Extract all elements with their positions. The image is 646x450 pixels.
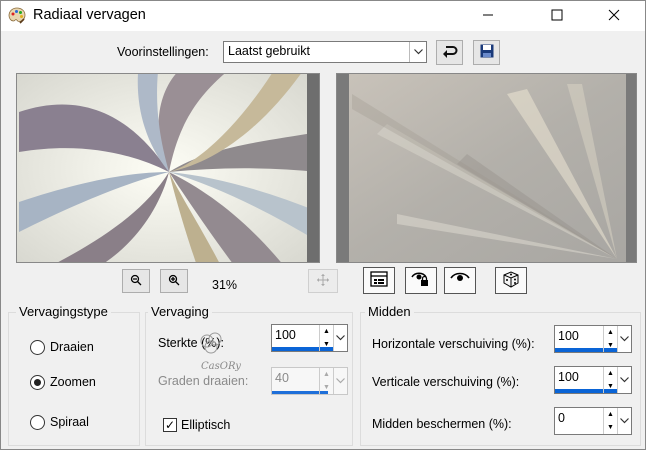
radio-label: Zoomen xyxy=(50,375,96,389)
watermark-logo: CasORy xyxy=(193,331,241,377)
presets-dropdown[interactable]: Laatst gebruikt xyxy=(223,41,427,63)
strength-spinner[interactable]: 100 ▲ ▼ xyxy=(271,324,348,352)
preview-panel-button[interactable] xyxy=(363,267,395,294)
maximize-button[interactable] xyxy=(534,1,580,31)
protect-stepper[interactable]: ▲ ▼ xyxy=(603,408,617,434)
checkmark-icon: ✓ xyxy=(164,418,176,432)
radio-button[interactable] xyxy=(30,375,45,390)
save-preset-button[interactable] xyxy=(473,40,500,65)
rotate-value: 40 xyxy=(275,371,289,385)
arrow-up-icon[interactable]: ▲ xyxy=(604,367,617,380)
dialog-window: Radiaal vervagen Voorinstellingen: Laats… xyxy=(0,0,646,450)
close-button[interactable] xyxy=(591,1,637,31)
window-title: Radiaal vervagen xyxy=(33,7,146,23)
proof-button[interactable] xyxy=(444,267,476,294)
chevron-down-icon[interactable] xyxy=(333,368,347,394)
rotate-spinner[interactable]: 40 ▲ ▼ xyxy=(271,367,348,395)
center-legend: Midden xyxy=(365,304,414,319)
presets-value: Laatst gebruikt xyxy=(228,44,310,58)
v-offset-stepper[interactable]: ▲ ▼ xyxy=(603,367,617,393)
v-offset-label: Verticale verschuiving (%): xyxy=(372,375,520,389)
swirl-image xyxy=(17,74,319,262)
palette-icon xyxy=(8,7,26,25)
arrow-down-icon[interactable]: ▼ xyxy=(604,421,617,434)
h-offset-value: 100 xyxy=(558,329,579,343)
zoom-blur-image xyxy=(337,74,636,262)
svg-text:CasORy: CasORy xyxy=(201,361,241,372)
rotate-stepper[interactable]: ▲ ▼ xyxy=(319,368,333,394)
proof-locked-button[interactable] xyxy=(405,267,437,294)
strength-value: 100 xyxy=(275,328,296,342)
chevron-down-icon[interactable] xyxy=(617,408,631,434)
floppy-disk-icon xyxy=(480,44,494,61)
protect-spinner[interactable]: 0 ▲ ▼ xyxy=(554,407,632,435)
h-offset-spinner[interactable]: 100 ▲ ▼ xyxy=(554,325,632,353)
arrow-down-icon[interactable]: ▼ xyxy=(604,339,617,352)
h-offset-stepper[interactable]: ▲ ▼ xyxy=(603,326,617,352)
chevron-down-icon xyxy=(409,42,426,62)
radio-button[interactable] xyxy=(30,340,45,355)
arrow-down-icon[interactable]: ▼ xyxy=(320,338,333,351)
chevron-down-icon[interactable] xyxy=(617,367,631,393)
undo-arrow-icon xyxy=(442,44,458,61)
elliptic-label: Elliptisch xyxy=(181,418,231,432)
zoom-out-button[interactable] xyxy=(122,269,150,293)
minimize-button[interactable] xyxy=(465,1,511,31)
arrow-down-icon[interactable]: ▼ xyxy=(320,381,333,394)
randomize-button[interactable] xyxy=(495,267,527,294)
v-offset-value: 100 xyxy=(558,370,579,384)
presets-label: Voorinstellingen: xyxy=(117,45,209,59)
blur-settings-legend: Vervaging xyxy=(148,304,212,319)
zoom-out-icon xyxy=(130,274,142,289)
protect-label: Midden beschermen (%): xyxy=(372,417,512,431)
v-offset-spinner[interactable]: 100 ▲ ▼ xyxy=(554,366,632,394)
h-offset-label: Horizontale verschuiving (%): xyxy=(372,337,535,351)
arrow-up-icon[interactable]: ▲ xyxy=(604,326,617,339)
blur-type-legend: Vervagingstype xyxy=(16,304,111,319)
dice-icon xyxy=(502,270,520,291)
source-preview[interactable] xyxy=(16,73,320,263)
radio-label: Spiraal xyxy=(50,415,89,429)
minimize-icon xyxy=(482,9,494,24)
close-icon xyxy=(608,9,620,24)
checkbox-box[interactable]: ✓ xyxy=(163,418,177,432)
protect-value: 0 xyxy=(558,411,565,425)
window-layout-icon xyxy=(370,271,388,290)
arrow-up-icon[interactable]: ▲ xyxy=(320,368,333,381)
chevron-down-icon[interactable] xyxy=(333,325,347,351)
reset-button[interactable] xyxy=(436,40,463,65)
radio-button[interactable] xyxy=(30,415,45,430)
pan-button[interactable] xyxy=(308,269,338,293)
move-icon xyxy=(317,273,329,289)
maximize-icon xyxy=(551,9,563,24)
arrow-down-icon[interactable]: ▼ xyxy=(604,380,617,393)
zoom-in-button[interactable] xyxy=(160,269,188,293)
arrow-up-icon[interactable]: ▲ xyxy=(320,325,333,338)
result-preview[interactable] xyxy=(336,73,637,263)
eye-icon xyxy=(450,272,470,289)
chevron-down-icon[interactable] xyxy=(617,326,631,352)
zoom-percent: 31% xyxy=(212,278,238,292)
strength-stepper[interactable]: ▲ ▼ xyxy=(319,325,333,351)
radio-label: Draaien xyxy=(50,340,94,354)
zoom-in-icon xyxy=(168,274,180,289)
eye-lock-icon xyxy=(411,271,431,290)
title-bar[interactable]: Radiaal vervagen xyxy=(1,1,645,31)
arrow-up-icon[interactable]: ▲ xyxy=(604,408,617,421)
